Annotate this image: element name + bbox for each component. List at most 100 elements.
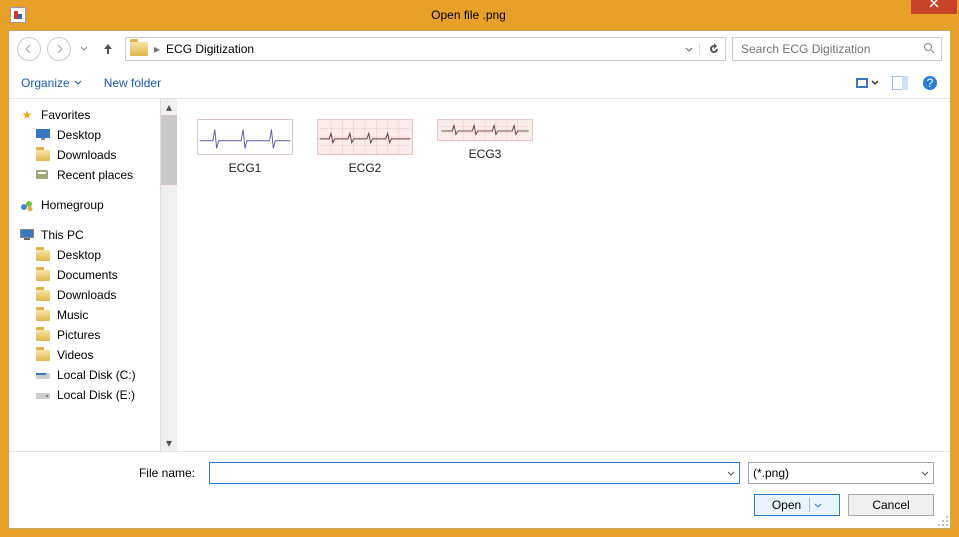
file-thumbnail [197, 119, 293, 155]
tree-item-downloads[interactable]: Downloads [15, 145, 160, 165]
tree-homegroup[interactable]: Homegroup [15, 195, 160, 215]
search-icon [923, 42, 935, 57]
matlab-icon [10, 7, 26, 23]
close-button[interactable] [911, 0, 957, 14]
tree-item-documents[interactable]: Documents [15, 265, 160, 285]
tree-label: Downloads [57, 288, 116, 302]
address-row: ▸ ECG Digitization [9, 31, 950, 67]
tree-label: Homegroup [41, 198, 104, 212]
chevron-down-icon[interactable] [814, 498, 822, 512]
organize-label: Organize [21, 76, 70, 90]
file-pane[interactable]: ECG1 ECG2 [177, 99, 950, 451]
nav-tree: ★ Favorites Desktop Downloads Recent pla… [9, 99, 161, 451]
search-input[interactable] [739, 41, 919, 57]
breadcrumb-location[interactable]: ECG Digitization [166, 42, 254, 56]
file-filter-combo[interactable]: (*.png) [748, 462, 934, 484]
scroll-up-arrow[interactable]: ▴ [161, 99, 177, 115]
tree-favorites[interactable]: ★ Favorites [15, 105, 160, 125]
star-icon: ★ [19, 107, 35, 123]
tree-item-drive-e[interactable]: Local Disk (E:) [15, 385, 160, 405]
file-thumbnail [317, 119, 413, 155]
file-item-ecg2[interactable]: ECG2 [317, 119, 413, 175]
cancel-label: Cancel [872, 498, 909, 512]
chevron-down-icon [727, 466, 735, 480]
tree-label: Favorites [41, 108, 90, 122]
recent-icon [35, 167, 51, 183]
history-dropdown[interactable] [77, 46, 91, 52]
footer: File name: (*.png) Open [9, 451, 950, 528]
back-button[interactable] [17, 37, 41, 61]
open-label: Open [772, 498, 801, 512]
new-folder-button[interactable]: New folder [104, 76, 161, 90]
help-button[interactable]: ? [922, 75, 938, 91]
folder-icon [130, 42, 148, 56]
preview-pane-icon [892, 76, 908, 90]
ecg-waveform-icon [438, 120, 532, 140]
thumbnails-icon [856, 76, 878, 90]
tree-label: Documents [57, 268, 118, 282]
tree-item-recent[interactable]: Recent places [15, 165, 160, 185]
address-bar[interactable]: ▸ ECG Digitization [125, 37, 726, 61]
chevron-down-icon [921, 466, 929, 480]
address-dropdown[interactable] [685, 42, 693, 56]
arrow-right-icon [54, 44, 64, 54]
tree-item-videos[interactable]: Videos [15, 345, 160, 365]
tree-label: Pictures [57, 328, 100, 342]
folder-icon [35, 267, 51, 283]
tree-item-pc-desktop[interactable]: Desktop [15, 245, 160, 265]
preview-pane-button[interactable] [892, 76, 908, 90]
file-thumbnail [437, 119, 533, 141]
tree-item-desktop[interactable]: Desktop [15, 125, 160, 145]
tree-item-music[interactable]: Music [15, 305, 160, 325]
file-label: ECG2 [349, 161, 382, 175]
forward-button[interactable] [47, 37, 71, 61]
tree-label: Local Disk (E:) [57, 388, 135, 402]
desktop-icon [35, 127, 51, 143]
organize-menu[interactable]: Organize [21, 76, 82, 90]
filename-label: File name: [25, 466, 201, 480]
search-box[interactable] [732, 37, 942, 61]
tree-item-pictures[interactable]: Pictures [15, 325, 160, 345]
folder-icon [35, 307, 51, 323]
toolbar: Organize New folder ? [9, 67, 950, 99]
tree-item-drive-c[interactable]: Local Disk (C:) [15, 365, 160, 385]
chevron-down-icon [74, 80, 82, 86]
tree-scrollbar[interactable]: ▴ ▾ [161, 99, 177, 451]
new-folder-label: New folder [104, 76, 161, 90]
tree-item-pc-downloads[interactable]: Downloads [15, 285, 160, 305]
tree-thispc[interactable]: This PC [15, 225, 160, 245]
ecg-waveform-icon [198, 120, 292, 154]
up-button[interactable] [97, 38, 119, 60]
titlebar: Open file .png [0, 0, 959, 30]
chevron-down-icon [80, 46, 88, 52]
resize-grip[interactable] [937, 515, 949, 527]
window-title: Open file .png [26, 8, 911, 22]
scroll-down-arrow[interactable]: ▾ [161, 435, 177, 451]
homegroup-icon [19, 197, 35, 213]
cancel-button[interactable]: Cancel [848, 494, 934, 516]
computer-icon [19, 227, 35, 243]
drive-icon [35, 387, 51, 403]
folder-icon [35, 287, 51, 303]
tree-label: Videos [57, 348, 93, 362]
tree-label: Desktop [57, 248, 101, 262]
help-icon: ? [922, 75, 938, 91]
folder-icon [35, 147, 51, 163]
chevron-down-icon [685, 47, 693, 53]
ecg-waveform-icon [318, 120, 412, 154]
folder-icon [35, 327, 51, 343]
breadcrumb-chevron: ▸ [154, 42, 160, 56]
folder-icon [35, 247, 51, 263]
view-mode-button[interactable] [856, 76, 878, 90]
filename-combo[interactable] [209, 462, 740, 484]
filter-value: (*.png) [753, 466, 789, 480]
tree-label: This PC [41, 228, 84, 242]
open-button[interactable]: Open [754, 494, 840, 516]
svg-text:?: ? [927, 76, 934, 90]
refresh-icon [708, 43, 720, 55]
split-divider [809, 498, 810, 512]
file-item-ecg3[interactable]: ECG3 [437, 119, 533, 161]
refresh-button[interactable] [699, 43, 721, 55]
file-item-ecg1[interactable]: ECG1 [197, 119, 293, 175]
close-icon [929, 0, 939, 8]
